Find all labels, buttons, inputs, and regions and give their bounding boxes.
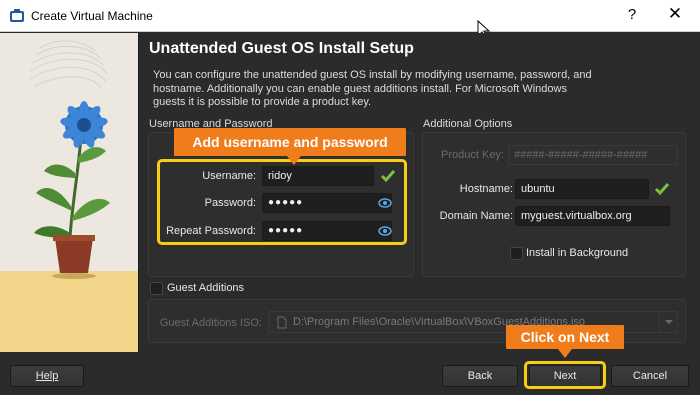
guest-additions-iso-label: Guest Additions ISO: (159, 317, 262, 329)
next-highlight-box (524, 361, 606, 389)
hostname-field[interactable]: ubuntu (515, 179, 649, 199)
wizard-illustration (0, 33, 139, 352)
additional-options-group-label: Additional Options (423, 118, 513, 130)
next-callout: Click on Next (506, 325, 624, 349)
next-callout-arrow (558, 349, 572, 358)
page-title: Unattended Guest OS Install Setup (149, 40, 414, 57)
credentials-callout-arrow (287, 156, 301, 165)
back-button[interactable]: Back (442, 365, 518, 387)
help-question-button[interactable]: ? (624, 6, 640, 23)
credentials-highlight-box (157, 159, 407, 245)
help-button[interactable]: Help (10, 365, 84, 387)
credentials-callout: Add username and password (174, 128, 406, 156)
chevron-down-icon[interactable] (659, 312, 677, 332)
virtualbox-icon (10, 9, 24, 22)
domain-name-field[interactable]: myguest.virtualbox.org (515, 206, 670, 226)
hostname-valid-check-icon (654, 183, 670, 196)
hostname-label: Hostname: (459, 183, 513, 195)
install-in-background-label: Install in Background (526, 247, 629, 259)
page-description: You can configure the unattended guest O… (153, 69, 592, 108)
product-key-field[interactable]: #####-#####-#####-##### (508, 145, 678, 165)
guest-additions-checkbox[interactable] (150, 282, 163, 295)
install-in-background-checkbox[interactable] (510, 247, 523, 260)
guest-additions-label: Guest Additions (167, 282, 245, 294)
product-key-label: Product Key: (441, 149, 504, 161)
domain-name-label: Domain Name: (439, 210, 513, 222)
window-titlebar: Create Virtual Machine ? ✕ (0, 0, 700, 32)
close-window-button[interactable]: ✕ (664, 4, 686, 24)
window-title: Create Virtual Machine (31, 9, 153, 23)
file-icon (277, 316, 287, 329)
cancel-button[interactable]: Cancel (611, 365, 689, 387)
